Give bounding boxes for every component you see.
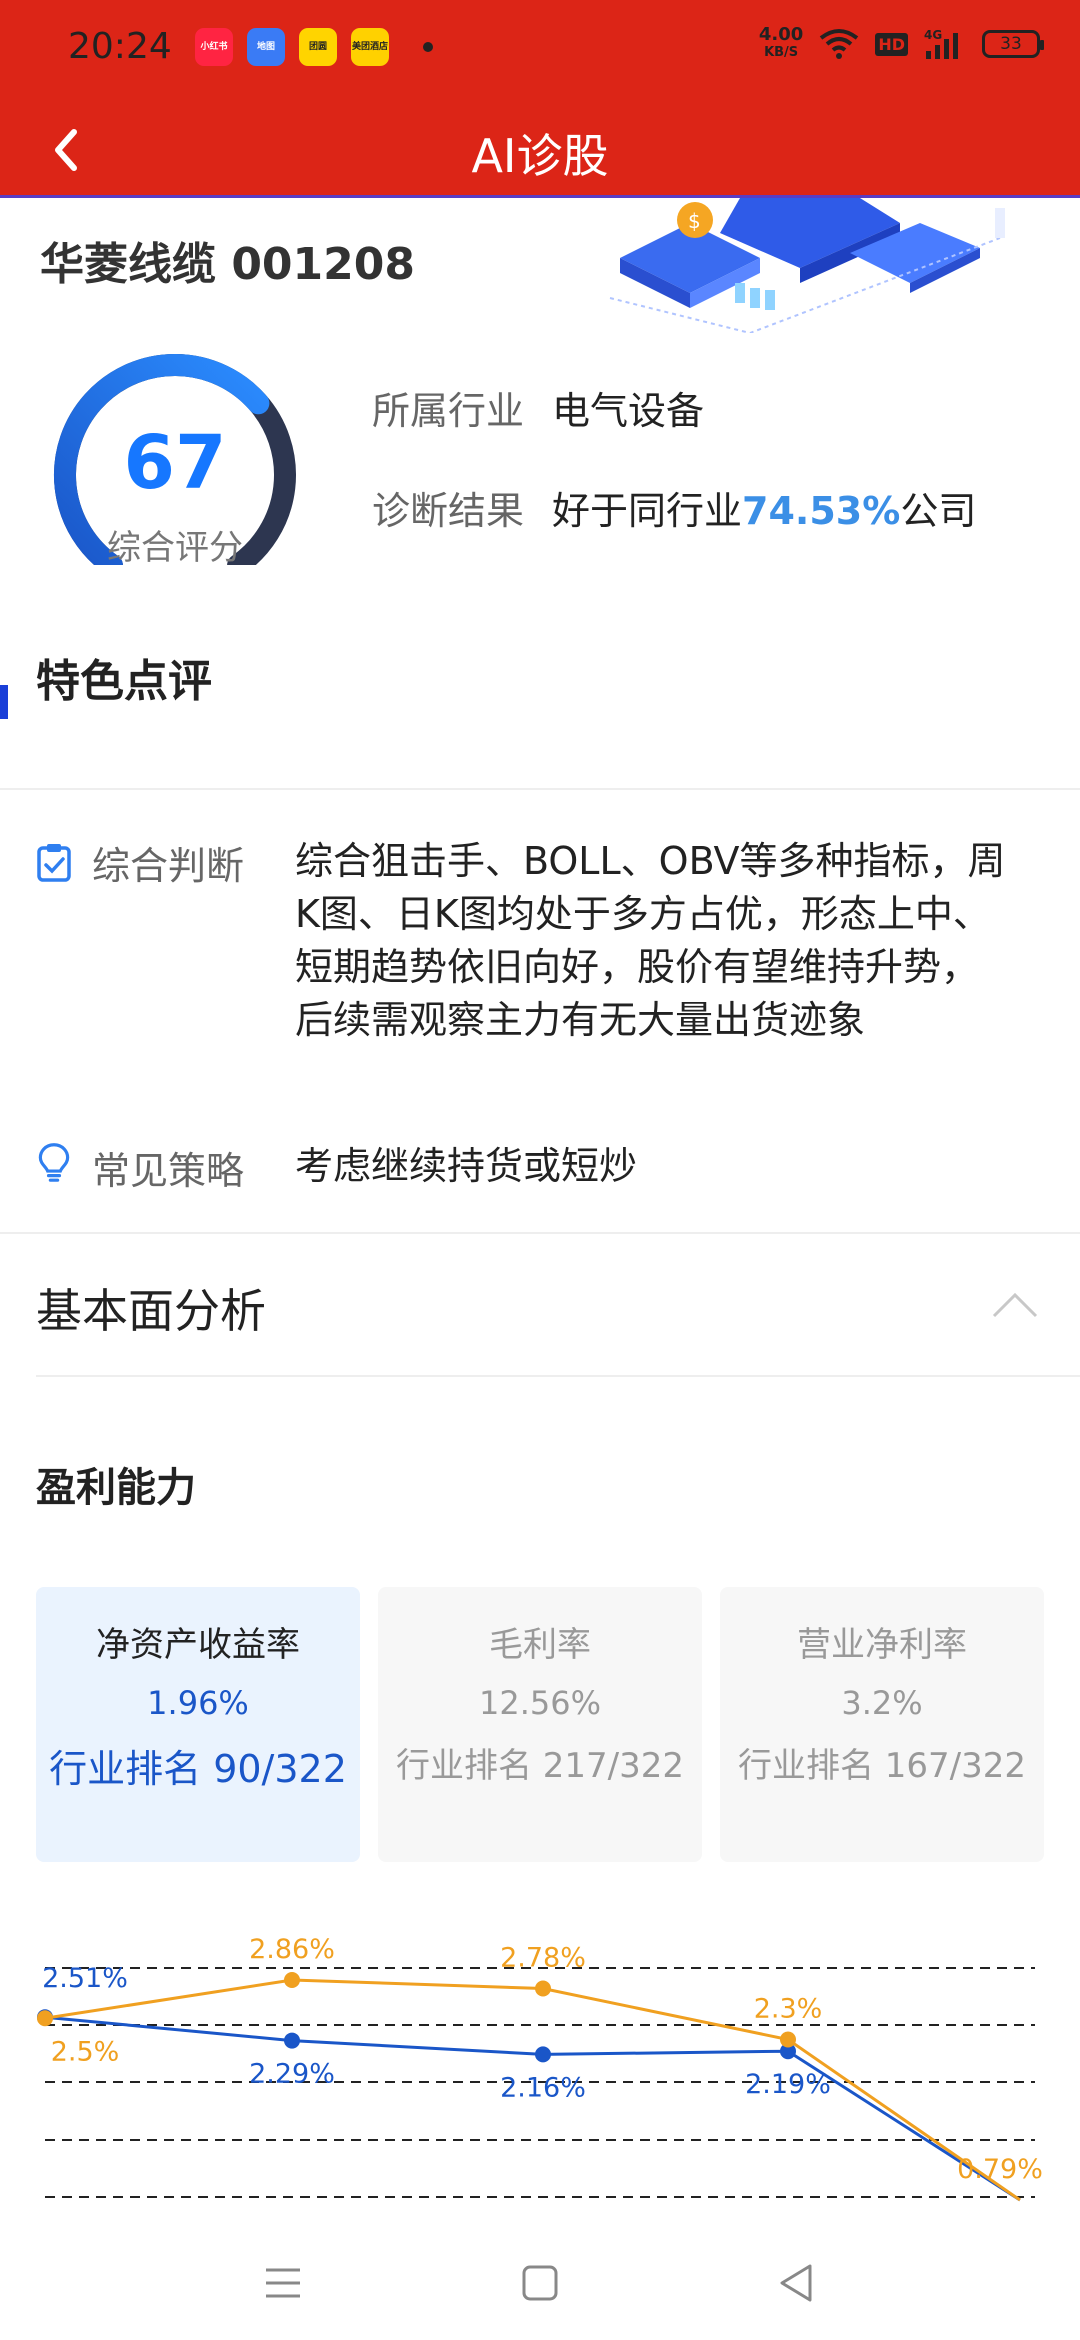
card-value: 12.56% xyxy=(478,1684,601,1722)
data-label: 2.19% xyxy=(745,2069,831,2100)
baidu-map-icon: 地图 xyxy=(247,28,285,66)
divider xyxy=(0,1232,1080,1234)
lightbulb-icon xyxy=(38,1143,70,1182)
home-square-icon[interactable] xyxy=(515,2258,565,2308)
data-label: 2.78% xyxy=(500,1943,586,1974)
diagnosis-prefix: 好于同行业 xyxy=(552,489,743,533)
signal-icon: 4G xyxy=(924,28,958,59)
score-value: 67 xyxy=(123,420,227,506)
judgement-value: 综合狙击手、BOLL、OBV等多种指标，周K图、日K图均处于多方占优，形态上中、… xyxy=(295,839,1006,1042)
status-time: 20:24 xyxy=(68,26,172,67)
status-bar: 20:24 小红书 地图 团圆 美团酒店 4.00 KB/S HD 4G 33 xyxy=(0,0,1080,100)
data-label: 2.51% xyxy=(42,1963,128,1994)
clipboard-check-icon xyxy=(37,844,71,882)
diagnosis-row: 诊断结果 好于同行业74.53%公司 xyxy=(372,480,976,535)
xiaohongshu-icon: 小红书 xyxy=(195,28,233,66)
data-point xyxy=(780,2031,796,2048)
page-title: AI诊股 xyxy=(471,129,609,183)
diagnosis-suffix: 公司 xyxy=(900,489,977,533)
tuanyuan-icon: 团圆 xyxy=(299,28,337,66)
battery-icon: 33 xyxy=(982,30,1044,58)
data-label: 2.5% xyxy=(51,2036,120,2067)
divider xyxy=(0,788,1080,790)
isometric-illustration-icon: $ xyxy=(609,198,1005,333)
data-point xyxy=(37,2010,53,2027)
fundamental-section-title[interactable]: 基本面分析 xyxy=(36,1275,266,1341)
section-marker xyxy=(0,685,8,719)
svg-text:$: $ xyxy=(688,209,701,233)
card-rank: 行业排名 90/322 xyxy=(49,1747,347,1791)
data-label: 2.86% xyxy=(249,1934,335,1965)
feature-section-title: 特色点评 xyxy=(36,656,212,707)
wifi-icon xyxy=(820,29,859,59)
card-roe[interactable]: 净资产收益率 1.96% 行业排名 90/322 xyxy=(36,1587,360,1862)
data-point xyxy=(535,2046,551,2063)
card-rank: 行业排名 217/322 xyxy=(395,1746,685,1786)
data-label: 2.3% xyxy=(754,1994,823,2025)
industry-row: 所属行业 电气设备 xyxy=(372,380,704,435)
chevron-up-icon[interactable] xyxy=(990,1290,1040,1320)
card-value: 1.96% xyxy=(147,1684,249,1722)
series-line xyxy=(44,2015,1021,2202)
status-app-icons: 小红书 地图 团圆 美团酒店 xyxy=(195,28,433,66)
card-name: 营业净利率 xyxy=(797,1625,967,1665)
industry-key: 所属行业 xyxy=(372,389,525,433)
score-label: 综合评分 xyxy=(107,528,243,568)
notification-dot-icon xyxy=(423,42,433,52)
menu-icon[interactable] xyxy=(258,2258,308,2308)
strategy-value: 考虑继续持货或短炒 xyxy=(295,1144,638,1188)
profit-title: 盈利能力 xyxy=(36,1465,196,1511)
data-label: 2.29% xyxy=(249,2059,335,2090)
data-point xyxy=(535,1980,551,1997)
system-nav-bar xyxy=(0,2220,1080,2340)
card-net-margin[interactable]: 营业净利率 3.2% 行业排名 167/322 xyxy=(720,1587,1044,1862)
diagnosis-percent: 74.53% xyxy=(742,489,901,533)
network-speed: 4.00 KB/S xyxy=(758,24,804,61)
profit-line-chart: 2.51% 2.29% 2.16% 2.19% 2.5% 2.86% 2.78% 2.3% 0.… xyxy=(37,1934,1043,2202)
hd-icon: HD xyxy=(875,32,908,56)
card-rank: 行业排名 167/322 xyxy=(737,1746,1027,1786)
diagnosis-key: 诊断结果 xyxy=(372,489,525,533)
judgement-key: 综合判断 xyxy=(92,844,245,888)
data-label: 0.79% xyxy=(957,2154,1043,2185)
back-triangle-icon[interactable] xyxy=(772,2258,822,2308)
data-label: 2.16% xyxy=(500,2072,586,2103)
card-value: 3.2% xyxy=(841,1684,923,1722)
network-type-label: 4G xyxy=(924,28,942,42)
card-name: 净资产收益率 xyxy=(96,1625,300,1665)
card-gross-margin[interactable]: 毛利率 12.56% 行业排名 217/322 xyxy=(378,1587,702,1862)
divider xyxy=(36,1375,1080,1377)
data-point xyxy=(284,2032,300,2049)
industry-value: 电气设备 xyxy=(552,389,705,433)
strategy-key: 常见策略 xyxy=(92,1149,245,1193)
meituan-hotel-icon: 美团酒店 xyxy=(351,28,389,66)
data-point xyxy=(284,1972,300,1988)
nav-bar: AI诊股 xyxy=(0,100,1080,198)
status-right: 4.00 KB/S HD 4G 33 xyxy=(758,24,1044,62)
card-name: 毛利率 xyxy=(489,1625,591,1665)
stock-name-code: 华菱线缆 001208 xyxy=(40,239,416,290)
